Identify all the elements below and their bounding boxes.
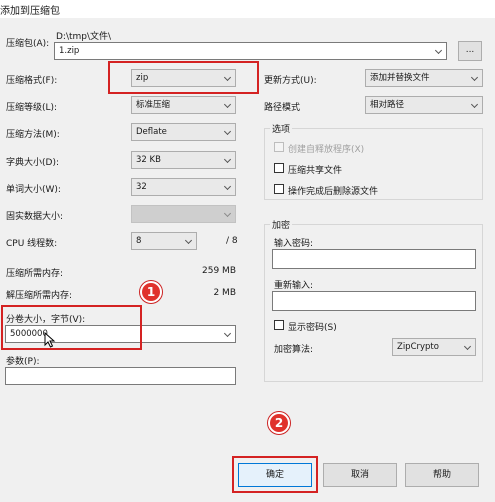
pathmode-value: 相对路径 — [370, 100, 405, 110]
chevron-down-icon — [223, 155, 232, 164]
archive-path: D:\tmp\文件\ — [56, 32, 112, 42]
ok-button[interactable]: 确定 — [238, 463, 312, 487]
show-password-checkbox[interactable] — [274, 320, 284, 330]
shared-label: 压缩共享文件 — [288, 166, 343, 176]
chevron-down-icon — [223, 329, 232, 338]
sfx-label: 创建自释放程序(X) — [288, 145, 365, 155]
chevron-down-icon — [434, 46, 443, 55]
level-value: 标准压缩 — [136, 100, 171, 110]
encryption-method-select[interactable]: ZipCrypto — [392, 338, 476, 356]
archive-name-combo[interactable]: 1.zip — [54, 42, 447, 60]
highlight-box-format — [108, 61, 259, 94]
update-label: 更新方式(U): — [264, 76, 317, 86]
word-value: 32 — [136, 182, 147, 192]
encryption-method-label: 加密算法: — [274, 345, 314, 355]
threads-total: / 8 — [226, 236, 238, 246]
pathmode-select[interactable]: 相对路径 — [365, 96, 483, 114]
method-label: 压缩方法(M): — [6, 130, 60, 140]
level-label: 压缩等级(L): — [6, 103, 58, 113]
sfx-checkbox — [274, 142, 284, 152]
archive-name-value: 1.zip — [59, 46, 80, 56]
method-select[interactable]: Deflate — [131, 123, 236, 141]
solid-select — [131, 205, 236, 223]
show-password-label: 显示密码(S) — [288, 323, 337, 333]
params-input[interactable] — [5, 367, 236, 385]
encryption-method-value: ZipCrypto — [397, 342, 439, 352]
threads-label: CPU 线程数: — [6, 239, 58, 249]
chevron-down-icon — [223, 100, 232, 109]
mem-compress-label: 压缩所需内存: — [6, 269, 64, 279]
update-select[interactable]: 添加并替换文件 — [365, 69, 483, 87]
chevron-down-icon — [470, 73, 479, 82]
dictionary-select[interactable]: 32 KB — [131, 151, 236, 169]
method-value: Deflate — [136, 127, 167, 137]
mem-decompress-value: 2 MB — [213, 288, 236, 298]
highlight-box-split — [1, 305, 142, 350]
chevron-down-icon — [470, 100, 479, 109]
threads-select[interactable]: 8 — [131, 232, 197, 250]
word-label: 单词大小(W): — [6, 185, 61, 195]
archive-label: 压缩包(A): — [6, 39, 50, 49]
chevron-down-icon — [223, 182, 232, 191]
step-badge-2: 2 — [268, 412, 290, 434]
cancel-button[interactable]: 取消 — [323, 463, 397, 487]
word-select[interactable]: 32 — [131, 178, 236, 196]
step-badge-1: 1 — [140, 281, 162, 303]
params-label: 参数(P): — [6, 357, 40, 367]
help-button[interactable]: 帮助 — [405, 463, 479, 487]
chevron-down-icon — [223, 127, 232, 136]
pathmode-label: 路径模式 — [264, 103, 301, 113]
reenter-label: 重新输入: — [274, 281, 314, 291]
mem-compress-value: 259 MB — [202, 266, 236, 276]
chevron-down-icon — [223, 209, 232, 218]
mem-decompress-label: 解压缩所需内存: — [6, 291, 73, 301]
dictionary-label: 字典大小(D): — [6, 158, 59, 168]
update-value: 添加并替换文件 — [370, 73, 430, 83]
dictionary-value: 32 KB — [136, 155, 161, 165]
browse-button[interactable]: ... — [458, 41, 482, 61]
delete-after-checkbox[interactable] — [274, 184, 284, 194]
password-label: 输入密码: — [274, 239, 314, 249]
options-title: 选项 — [270, 122, 293, 135]
shared-checkbox[interactable] — [274, 163, 284, 173]
chevron-down-icon — [184, 236, 193, 245]
password-input[interactable] — [272, 249, 476, 269]
title-bar: 添加到压缩包 — [0, 0, 495, 18]
solid-label: 固实数据大小: — [6, 212, 64, 222]
level-select[interactable]: 标准压缩 — [131, 96, 236, 114]
reenter-input[interactable] — [272, 291, 476, 311]
delete-after-label: 操作完成后删除源文件 — [288, 187, 379, 197]
chevron-down-icon — [463, 342, 472, 351]
format-label: 压缩格式(F): — [6, 76, 58, 86]
threads-value: 8 — [136, 236, 142, 246]
window-title: 添加到压缩包 — [0, 6, 60, 17]
encryption-title: 加密 — [270, 218, 293, 231]
